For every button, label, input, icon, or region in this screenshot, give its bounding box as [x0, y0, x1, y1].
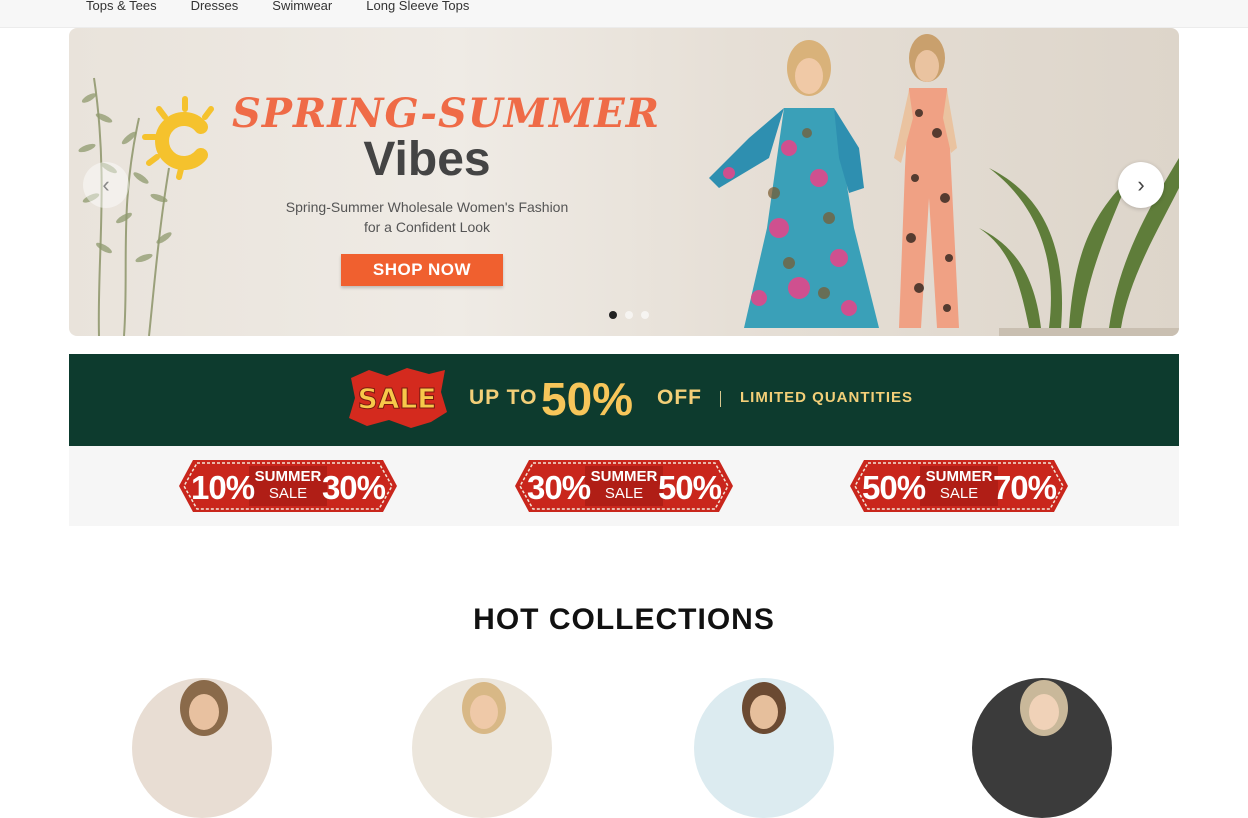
sale-tag-30-50[interactable]: 30% SUMMER SALE 50% [515, 460, 733, 512]
hero-subtitle-line-2: for a Confident Look [363, 219, 491, 235]
collection-thumbnail[interactable] [972, 678, 1112, 818]
sale-tag-label: SUMMER SALE [249, 468, 327, 502]
carousel-dots [609, 311, 649, 319]
sun-icon [142, 96, 214, 180]
collection-thumbnail[interactable] [412, 678, 552, 818]
nav-item-swimwear[interactable]: Swimwear [272, 0, 332, 13]
sale-tag-label-2: SALE [268, 485, 308, 502]
sale-tag-from: 10% [191, 469, 255, 506]
collection-thumbnail[interactable] [132, 678, 272, 818]
collection-image [1020, 680, 1068, 736]
carousel-prev-button[interactable]: ‹ [83, 162, 129, 208]
collection-image [462, 682, 506, 734]
sale-tag-label-2: SALE [604, 485, 644, 502]
hero-subtitle-line-1: Spring-Summer Wholesale Women's Fashion [285, 199, 569, 215]
category-nav-list: Tops & Tees Dresses Swimwear Long Sleeve… [86, 0, 503, 13]
chevron-right-icon: › [1137, 172, 1145, 197]
sale-tag-label-1: SUMMER [590, 468, 658, 485]
carousel-next-button[interactable]: › [1118, 162, 1164, 208]
sale-tag-label-2: SALE [939, 485, 979, 502]
carousel-dot[interactable] [609, 311, 617, 319]
sale-off: OFF [657, 386, 702, 409]
sale-banner[interactable]: SALE UP TO 50% OFF LIMITED QUANTITIES [69, 354, 1179, 446]
limited-quantities: LIMITED QUANTITIES [740, 389, 913, 406]
sale-sticker-text: SALE [358, 382, 437, 415]
sale-percent: 50% [541, 373, 634, 425]
hot-collections-title: HOT COLLECTIONS [473, 603, 775, 636]
banner-divider [720, 391, 721, 407]
sale-tag-50-70[interactable]: 50% SUMMER SALE 70% [850, 460, 1068, 512]
carousel-dot[interactable] [625, 311, 633, 319]
sale-tag-label: SUMMER SALE [920, 468, 998, 502]
hero-models-image [709, 34, 1179, 336]
collection-image [180, 680, 228, 736]
sale-tag-from: 50% [862, 469, 926, 506]
nav-item-long-sleeve-tops[interactable]: Long Sleeve Tops [366, 0, 469, 13]
sale-tags-row: 10% SUMMER SALE 30% 30% SUMMER SALE 50% … [69, 446, 1179, 526]
hero-title: SPRING-SUMMER [232, 90, 661, 137]
chevron-left-icon: ‹ [102, 172, 110, 197]
hero-headline: Vibes [363, 133, 491, 186]
sale-tag-label-1: SUMMER [254, 468, 322, 485]
sale-tag-to: 50% [657, 469, 722, 506]
carousel-dot[interactable] [641, 311, 649, 319]
hero-carousel[interactable]: SPRING-SUMMER Vibes Spring-Summer Wholes… [69, 28, 1179, 336]
category-nav: Tops & Tees Dresses Swimwear Long Sleeve… [0, 0, 1248, 28]
sale-tag-from: 30% [527, 469, 591, 506]
sale-tag-label: SUMMER SALE [585, 468, 663, 502]
hero-subtitle: Spring-Summer Wholesale Women's Fashion … [252, 197, 602, 237]
sale-up-to: UP TO [469, 386, 538, 409]
nav-item-dresses[interactable]: Dresses [191, 0, 239, 13]
sale-sticker: SALE [349, 368, 447, 428]
sale-tag-10-30[interactable]: 10% SUMMER SALE 30% [179, 460, 397, 512]
sale-tag-to: 70% [992, 469, 1057, 506]
nav-item-tops-tees[interactable]: Tops & Tees [86, 0, 157, 13]
sale-tag-label-1: SUMMER [925, 468, 993, 485]
collection-image [742, 682, 786, 734]
sale-tag-to: 30% [321, 469, 386, 506]
collection-thumbnail[interactable] [694, 678, 834, 818]
shop-now-button[interactable]: SHOP NOW [341, 254, 503, 286]
